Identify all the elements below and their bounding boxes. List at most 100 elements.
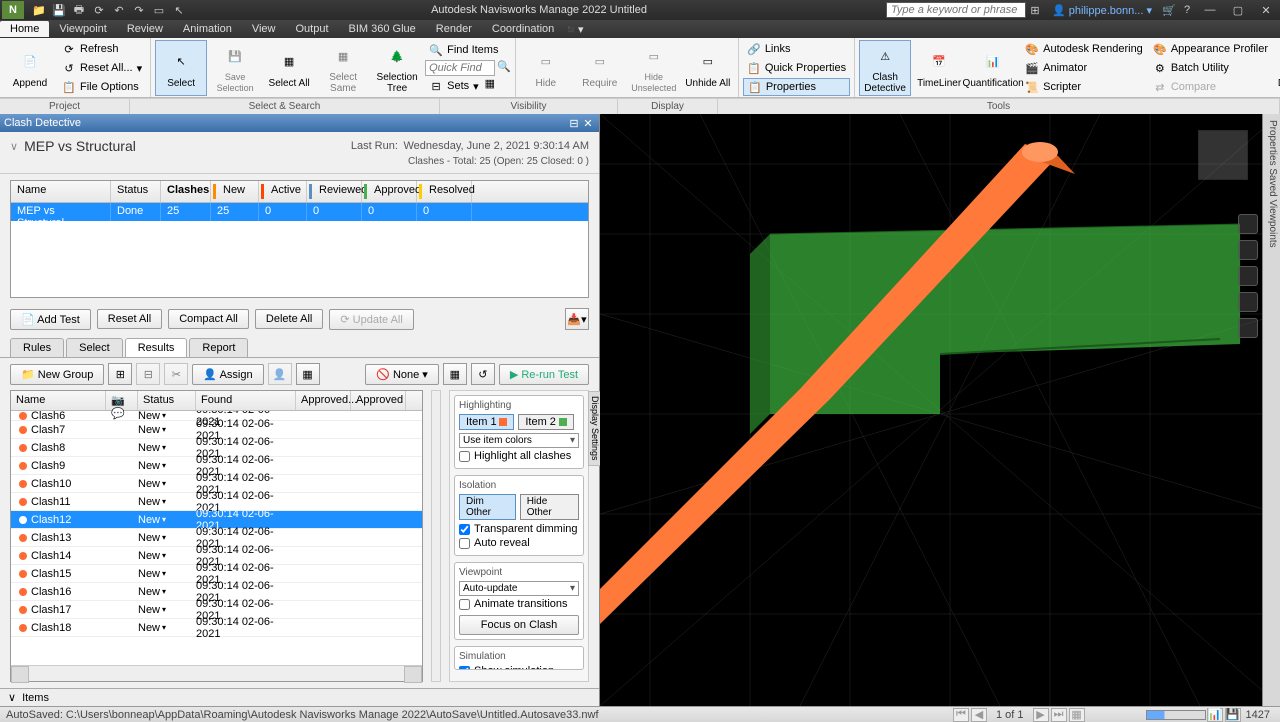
quantification-button[interactable]: 📊Quantification <box>967 40 1019 96</box>
tab-view[interactable]: View <box>242 21 286 37</box>
3d-viewport[interactable]: Properties Saved Viewpoints <box>600 114 1280 706</box>
highlight-all-checkbox[interactable]: Highlight all clashes <box>459 450 579 462</box>
subtab-rules[interactable]: Rules <box>10 338 64 357</box>
update-all-button[interactable]: ⟳ Update All <box>329 309 413 330</box>
qat-print-icon[interactable]: 🖶 <box>70 2 88 18</box>
unassign-icon[interactable]: 👤 <box>268 363 292 385</box>
tab-coordination[interactable]: Coordination <box>482 21 564 37</box>
tab-review[interactable]: Review <box>117 21 173 37</box>
nav-pan-icon[interactable] <box>1238 240 1258 260</box>
hide-unselected-button[interactable]: ▭Hide Unselected <box>628 40 680 96</box>
isolate-icon[interactable]: ▦ <box>443 363 467 385</box>
cart-icon[interactable]: 🛒 <box>1160 2 1178 18</box>
tab-home[interactable]: Home <box>0 21 49 37</box>
th-new[interactable]: New <box>211 181 259 202</box>
th-clashes[interactable]: Clashes <box>161 181 211 202</box>
tests-row[interactable]: MEP vs Structural Done 25 25 0 0 0 0 <box>11 203 588 221</box>
nav-wheel-icon[interactable] <box>1238 214 1258 234</box>
delete-all-button[interactable]: Delete All <box>255 309 323 329</box>
datatools-button[interactable]: 🗄DataTools <box>1274 40 1280 96</box>
links-button[interactable]: 🔗Links <box>743 40 850 58</box>
sheet-last-icon[interactable]: ⏭ <box>1051 708 1067 722</box>
th-name[interactable]: Name <box>11 181 111 202</box>
quick-properties-button[interactable]: 📋Quick Properties <box>743 59 850 77</box>
rth-status[interactable]: Status <box>138 391 196 410</box>
viewpoint-select[interactable]: Auto-update <box>459 581 579 596</box>
subtab-select[interactable]: Select <box>66 338 123 357</box>
expand-icon[interactable]: ∨ <box>10 140 18 153</box>
rth-name[interactable]: Name <box>11 391 106 410</box>
auto-reveal-checkbox[interactable]: Auto reveal <box>459 537 579 549</box>
nav-zoom-icon[interactable] <box>1238 266 1258 286</box>
explode-icon[interactable]: ✂ <box>164 363 188 385</box>
transparent-dimming-checkbox[interactable]: Transparent dimming <box>459 523 579 535</box>
filter-icon[interactable]: ▦ <box>296 363 320 385</box>
refresh-button[interactable]: ⟳Refresh <box>58 40 146 58</box>
keyword-search-input[interactable] <box>886 2 1026 18</box>
search-icon[interactable]: 🔍 <box>497 60 511 76</box>
animator-button[interactable]: 🎬Animator <box>1021 59 1147 77</box>
hide-other-toggle[interactable]: Hide Other <box>520 494 579 520</box>
animate-transitions-checkbox[interactable]: Animate transitions <box>459 598 579 610</box>
panel-close-icon[interactable]: ✕ <box>581 116 595 130</box>
select-same-button[interactable]: ▦Select Same <box>317 40 369 96</box>
tab-animation[interactable]: Animation <box>173 21 242 37</box>
tab-bim360[interactable]: BIM 360 Glue <box>339 21 426 37</box>
item1-toggle[interactable]: Item 1 <box>459 414 514 430</box>
show-simulation-checkbox[interactable]: Show simulation <box>459 665 579 670</box>
qat-open-icon[interactable]: 📁 <box>30 2 48 18</box>
compare-button[interactable]: ⇄Compare <box>1149 78 1272 96</box>
subtab-results[interactable]: Results <box>125 338 188 357</box>
tab-output[interactable]: Output <box>286 21 339 37</box>
dim-other-toggle[interactable]: Dim Other <box>459 494 516 520</box>
batch-utility-button[interactable]: ⚙Batch Utility <box>1149 59 1272 77</box>
results-vscroll[interactable] <box>431 390 441 682</box>
append-button[interactable]: 📄Append <box>4 40 56 96</box>
qat-refresh-icon[interactable]: ⟳ <box>90 2 108 18</box>
panel-header[interactable]: Clash Detective ⊟ ✕ <box>0 114 599 132</box>
close-button[interactable]: ✕ <box>1252 1 1280 19</box>
rerun-test-button[interactable]: ▶ Re-run Test <box>499 364 589 385</box>
timeliner-button[interactable]: 📅TimeLiner <box>913 40 965 96</box>
rth-approvedby[interactable]: Approved... <box>296 391 351 410</box>
new-group-button[interactable]: 📁 New Group <box>10 364 104 385</box>
group-icon[interactable]: ⊞ <box>108 363 132 385</box>
sheet-next-icon[interactable]: ▶ <box>1033 708 1049 722</box>
docked-panel-tabs[interactable]: Properties Saved Viewpoints <box>1262 114 1280 706</box>
appearance-profiler-button[interactable]: 🎨Appearance Profiler <box>1149 40 1272 58</box>
rth-approved[interactable]: Approved <box>351 391 406 410</box>
restore-button[interactable]: ▢ <box>1224 1 1252 19</box>
subtab-report[interactable]: Report <box>189 338 248 357</box>
filter-none-button[interactable]: 🚫 None ▾ <box>365 364 439 385</box>
unhide-all-button[interactable]: ▭Unhide All <box>682 40 734 96</box>
autodesk-rendering-button[interactable]: 🎨Autodesk Rendering <box>1021 40 1147 58</box>
mem-icon[interactable]: 💾 <box>1225 708 1241 722</box>
tab-render[interactable]: Render <box>426 21 482 37</box>
ungroup-icon[interactable]: ⊟ <box>136 363 160 385</box>
nav-look-icon[interactable] <box>1238 318 1258 338</box>
th-status[interactable]: Status <box>111 181 161 202</box>
user-menu[interactable]: 👤 philippe.bonn... ▾ <box>1044 4 1160 17</box>
panel-pin-icon[interactable]: ⊟ <box>567 116 581 130</box>
save-selection-button[interactable]: 💾Save Selection <box>209 40 261 96</box>
th-reviewed[interactable]: Reviewed <box>307 181 362 202</box>
assign-button[interactable]: 👤 Assign <box>192 364 263 385</box>
qat-save-icon[interactable]: 💾 <box>50 2 68 18</box>
viewcube[interactable] <box>1188 120 1258 190</box>
tab-viewpoint[interactable]: Viewpoint <box>49 21 117 37</box>
infocenter-icon[interactable]: ⊞ <box>1026 2 1044 18</box>
color-mode-select[interactable]: Use item colors <box>459 433 579 448</box>
select-all-button[interactable]: ▦Select All <box>263 40 315 96</box>
find-items-button[interactable]: 🔍Find Items <box>425 41 511 59</box>
properties-button[interactable]: 📋Properties <box>743 78 850 96</box>
sheet-browser-icon[interactable]: ▦ <box>1069 708 1085 722</box>
hide-button[interactable]: ▭Hide <box>520 40 572 96</box>
nav-orbit-icon[interactable] <box>1238 292 1258 312</box>
items-bar[interactable]: ∨ Items <box>0 688 599 706</box>
focus-on-clash-button[interactable]: Focus on Clash <box>459 615 579 635</box>
reset-all-tests-button[interactable]: Reset All <box>97 309 162 329</box>
items-expand-icon[interactable]: ∨ <box>8 691 16 704</box>
th-approved[interactable]: Approved <box>362 181 417 202</box>
add-test-button[interactable]: 📄 Add Test <box>10 309 91 330</box>
qat-select-icon[interactable]: ▭ <box>150 2 168 18</box>
